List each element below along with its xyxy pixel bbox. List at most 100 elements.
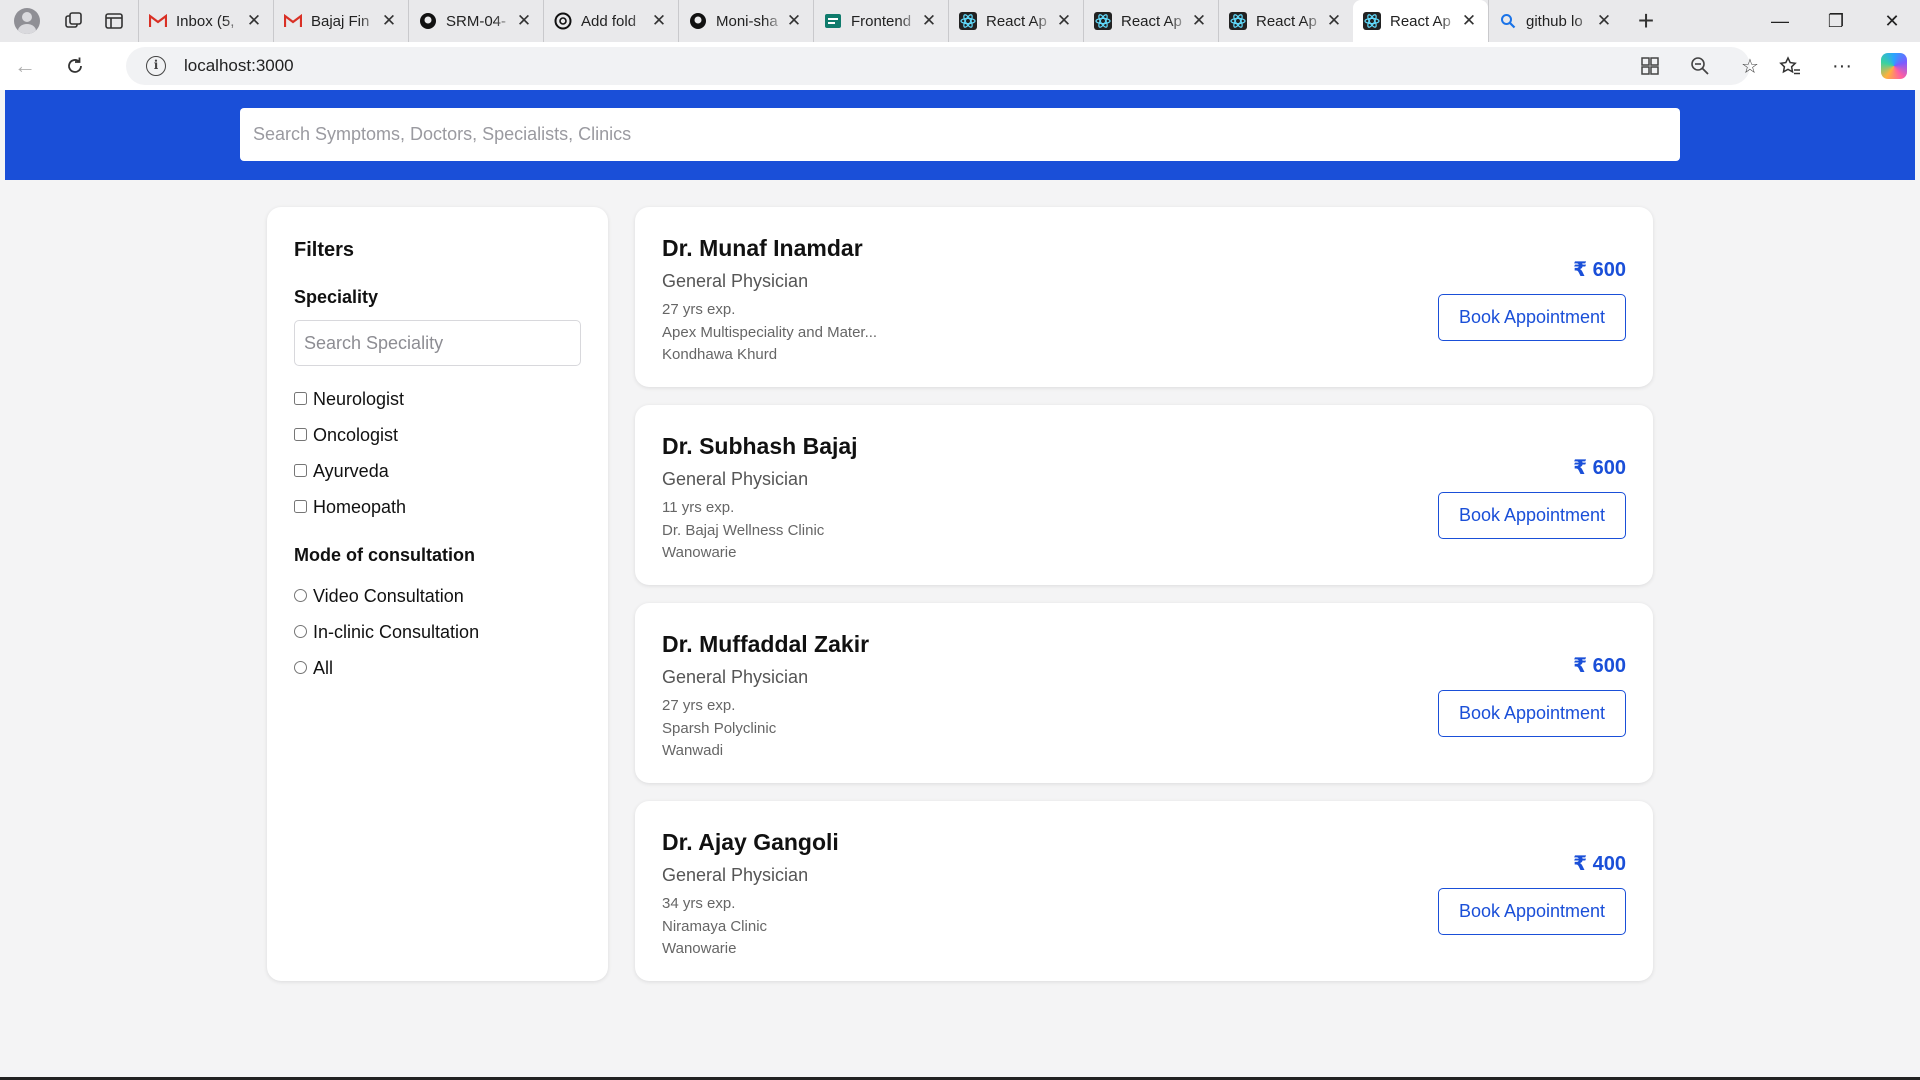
mode-option-video[interactable]: Video Consultation [294,578,581,614]
tab-title: React Ap [1390,12,1451,30]
radio[interactable] [294,588,307,602]
radio[interactable] [294,624,307,638]
restore-icon[interactable]: ❐ [1808,0,1864,42]
browser-tab[interactable]: Moni-sha ✕ [678,0,813,42]
address-field[interactable]: i localhost:3000 [126,47,1750,85]
checkbox[interactable] [294,463,307,477]
favorites-icon[interactable] [1764,42,1816,90]
close-icon[interactable]: ✕ [650,11,668,31]
site-info-icon[interactable]: i [146,56,166,76]
browser-tab[interactable]: Bajaj Fin ✕ [273,0,408,42]
close-icon[interactable]: ✕ [1325,11,1343,31]
browser-tab[interactable]: React Ap ✕ [1218,0,1353,42]
checkbox[interactable] [294,499,307,513]
doctor-speciality: General Physician [662,865,809,885]
url-text: localhost:3000 [184,56,294,75]
gmail-icon [284,12,302,30]
book-appointment-button[interactable]: Book Appointment [1438,492,1626,539]
speciality-option-homeopath[interactable]: Homeopath [294,489,581,525]
search-input[interactable] [240,108,1680,161]
app-available-icon[interactable] [1625,42,1675,90]
consultation-fee: ₹ 600 [1573,457,1626,479]
zoom-out-icon[interactable] [1675,42,1725,90]
browser-tab[interactable]: github lo ✕ [1488,0,1623,42]
browser-tab[interactable]: Inbox (5, ✕ [138,0,273,42]
more-options-icon[interactable]: ··· [1816,42,1868,90]
close-icon[interactable]: ✕ [1190,11,1208,31]
close-icon[interactable]: ✕ [515,11,533,31]
close-icon[interactable]: ✕ [785,11,803,31]
browser-tab[interactable]: Add fold ✕ [543,0,678,42]
tab-title: Moni-sha [716,12,778,30]
speciality-title: Speciality [294,287,379,307]
tab-title: React Ap [986,12,1047,30]
doctor-card: Dr. Subhash Bajaj General Physician 11 y… [635,405,1653,585]
close-icon[interactable]: ✕ [1595,11,1613,31]
address-actions: ☆ [1625,42,1775,90]
tab-title: github lo [1526,12,1583,30]
reload-icon[interactable] [50,42,100,90]
close-icon[interactable]: ✕ [380,11,398,31]
close-icon[interactable]: ✕ [920,11,938,31]
tab-title: Frontend [851,12,912,30]
tab-title: React Ap [1256,12,1317,30]
github-icon [689,12,707,30]
close-icon[interactable]: ✕ [1055,11,1073,31]
forms-icon [824,12,842,30]
close-icon[interactable]: ✕ [1460,11,1478,31]
doctor-card: Dr. Muffaddal Zakir General Physician 27… [635,603,1653,783]
consultation-fee: ₹ 600 [1573,655,1626,677]
mode-title: Mode of consultation [294,545,475,565]
header-bar [5,90,1915,180]
minimize-icon[interactable]: — [1752,0,1808,42]
back-icon[interactable]: ← [0,42,50,90]
address-bar-row: ← i localhost:3000 ☆ ··· [0,42,1920,90]
speciality-option-oncologist[interactable]: Oncologist [294,417,581,453]
new-tab-icon[interactable]: + [1623,0,1669,42]
app-page: Filters Speciality Neurologist Oncologis… [5,90,1915,1077]
doctor-locality: Wanowarie [662,544,737,561]
gmail-icon [149,12,167,30]
book-appointment-button[interactable]: Book Appointment [1438,888,1626,935]
mode-option-in-clinic[interactable]: In-clinic Consultation [294,614,581,650]
doctor-name: Dr. Subhash Bajaj [662,433,858,459]
workspaces-icon[interactable] [54,0,94,42]
speciality-search-input[interactable] [294,320,581,366]
mode-option-all[interactable]: All [294,650,581,686]
doctor-locality: Kondhawa Khurd [662,346,778,363]
search-icon [1499,12,1517,30]
doctor-list: Dr. Munaf Inamdar General Physician 27 y… [635,207,1653,999]
checkbox[interactable] [294,391,307,405]
browser-tab[interactable]: React Ap ✕ [1083,0,1218,42]
browser-toolbar: ··· [1764,42,1920,90]
consultation-fee: ₹ 600 [1573,259,1626,281]
doctor-name: Dr. Ajay Gangoli [662,829,839,855]
consultation-fee: ₹ 400 [1573,853,1626,875]
profile-icon[interactable] [0,0,54,42]
github-icon [419,12,437,30]
doctor-speciality: General Physician [662,667,809,687]
radio[interactable] [294,660,307,674]
doctor-speciality: General Physician [662,469,809,489]
doctor-speciality: General Physician [662,271,809,291]
tab-actions-icon[interactable] [94,0,134,42]
browser-tab[interactable]: React Ap ✕ [948,0,1083,42]
doctor-locality: Wanwadi [662,742,724,759]
browser-tab[interactable]: SRM-04- ✕ [408,0,543,42]
close-icon[interactable]: ✕ [245,11,263,31]
book-appointment-button[interactable]: Book Appointment [1438,690,1626,737]
speciality-option-ayurveda[interactable]: Ayurveda [294,453,581,489]
react-icon [1229,12,1247,30]
openai-icon [554,12,572,30]
filters-title: Filters [294,239,355,261]
copilot-icon[interactable] [1868,42,1920,90]
browser-tab[interactable]: Frontend ✕ [813,0,948,42]
window-close-icon[interactable]: ✕ [1864,0,1920,42]
tab-title: Inbox (5, [176,12,235,30]
react-icon [1363,12,1381,30]
speciality-option-neurologist[interactable]: Neurologist [294,381,581,417]
checkbox[interactable] [294,427,307,441]
book-appointment-button[interactable]: Book Appointment [1438,294,1626,341]
browser-tab-active[interactable]: React Ap ✕ [1353,0,1488,42]
filters-panel: Filters Speciality Neurologist Oncologis… [267,207,608,981]
